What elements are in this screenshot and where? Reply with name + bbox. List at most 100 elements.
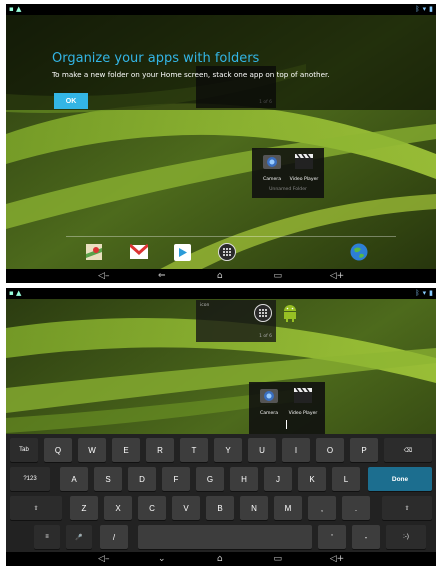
hotseat-gmail[interactable] [129,243,149,264]
status-bar: ▪ ▲ ᛒ ▾ ▮ [6,4,436,15]
wifi-icon: ▾ [422,289,427,297]
key-key[interactable]: B [206,496,234,520]
gmail-icon [129,243,149,259]
camera-icon [263,155,281,169]
volume-up-button[interactable]: ◁+ [330,271,344,281]
volume-down-button[interactable]: ◁– [98,271,110,281]
key-key[interactable]: P [350,438,378,462]
key-key[interactable]: Done [368,467,432,491]
folder-app-label: Camera [259,411,279,416]
widget-page-count: 1 of 6 [259,334,272,339]
home-button[interactable]: ⌂ [214,554,226,564]
volume-down-button[interactable]: ◁– [98,554,110,564]
android-icon [284,305,296,322]
key-key[interactable]: M [274,496,302,520]
battery-icon: ▮ [429,5,433,13]
recents-button[interactable]: ▭ [272,554,284,564]
key-key[interactable]: K [298,467,326,491]
open-folder: Camera Video Player Unnamed Folder [252,148,324,198]
back-button[interactable]: ⌄ [156,554,168,564]
key-key[interactable]: J [264,467,292,491]
hotseat-all-apps[interactable] [218,243,236,265]
key-key[interactable]: N [240,496,268,520]
key-key[interactable]: A [60,467,88,491]
notification-icon: ▪ ▲ [9,289,22,297]
bluetooth-icon: ᛒ [415,5,420,13]
key-key[interactable]: , [308,496,336,520]
android-app-shortcut[interactable] [282,304,298,326]
key-key[interactable]: S [94,467,122,491]
key-key[interactable]: / [100,525,128,549]
key-key[interactable]: ' [318,525,346,549]
hotseat-play-store[interactable] [174,244,191,265]
coach-overlay: Organize your apps with folders To make … [6,15,436,110]
all-apps-icon [218,243,236,261]
key-key[interactable]: F [162,467,190,491]
key-key[interactable]: Q [44,438,72,462]
camera-icon [260,389,278,403]
folder-app-camera[interactable]: Camera [256,152,288,182]
key-key[interactable]: ≡ [34,525,60,549]
key-key[interactable]: - [352,525,380,549]
key-key[interactable]: T [180,438,208,462]
battery-icon: ▮ [429,289,433,297]
notification-icon: ▪ ▲ [9,5,22,13]
hotseat-maps[interactable] [86,244,102,264]
open-folder: Camera Video Player [249,382,325,434]
key-key[interactable]: ⇧ [10,496,62,520]
key-key[interactable]: Z [70,496,98,520]
maps-icon [86,244,102,260]
folder-name[interactable]: Unnamed Folder [252,187,324,192]
browser-icon [350,243,368,261]
folder-app-label: Video Player [288,411,318,416]
bluetooth-icon: ᛒ [415,289,420,297]
key-key[interactable]: R [146,438,174,462]
soft-keyboard: Tab Q W E R T Y U I O P ⌫ ?123 A S D F G H J K L Done ⇧ Z X C V B N M,… [6,434,436,552]
screenshot-home-folders: ▪ ▲ ᛒ ▾ ▮ 1 of 6 Organize your apps with… [6,4,436,283]
folder-app-label: Video Player [289,177,319,182]
video-player-icon [295,153,313,169]
key-key[interactable]: U [248,438,276,462]
key-key[interactable]: 🎤 [66,525,92,549]
key-key[interactable]: Y [214,438,242,462]
hotseat-browser[interactable] [350,243,368,265]
key-key[interactable]: V [172,496,200,520]
navigation-bar: ◁– ⇐ ⌂ ▭ ◁+ [6,269,436,283]
status-icons: ᛒ ▾ ▮ [415,4,433,15]
key-key[interactable]: L [332,467,360,491]
key-key[interactable]: Tab [10,438,38,462]
back-button[interactable]: ⇐ [156,271,168,281]
status-bar: ▪ ▲ ᛒ ▾ ▮ [6,288,436,299]
key-key[interactable]: ⌫ [384,438,432,462]
key-key[interactable]: O [316,438,344,462]
all-apps-icon [254,304,272,322]
key-key[interactable]: ?123 [10,467,50,491]
key-key[interactable]: D [128,467,156,491]
screenshot-rename-folder: ▪ ▲ ᛒ ▾ ▮ icon 1 of 6 Camera Video Playe… [6,288,436,566]
key-space[interactable] [138,525,312,549]
key-key[interactable]: E [112,438,140,462]
volume-up-button[interactable]: ◁+ [330,554,344,564]
key-key[interactable]: C [138,496,166,520]
key-key[interactable]: W [78,438,106,462]
navigation-bar: ◁– ⌄ ⌂ ▭ ◁+ [6,552,436,566]
folder-app-video-player[interactable]: Video Player [288,152,320,182]
key-key[interactable]: ⇧ [382,496,432,520]
folder-app-label: Camera [262,177,282,182]
key-key[interactable]: :-) [386,525,426,549]
key-key[interactable]: I [282,438,310,462]
coach-title: Organize your apps with folders [52,51,260,66]
home-button[interactable]: ⌂ [214,271,226,281]
wifi-icon: ▾ [422,5,427,13]
key-key[interactable]: . [342,496,370,520]
all-apps-shortcut[interactable] [254,304,272,326]
ok-button[interactable]: OK [54,93,88,109]
widget-label: icon [200,303,210,308]
video-player-icon [294,387,312,403]
folder-app-camera[interactable]: Camera [253,386,285,416]
recents-button[interactable]: ▭ [272,271,284,281]
key-key[interactable]: G [196,467,224,491]
key-key[interactable]: H [230,467,258,491]
key-key[interactable]: X [104,496,132,520]
folder-app-video-player[interactable]: Video Player [287,386,319,416]
